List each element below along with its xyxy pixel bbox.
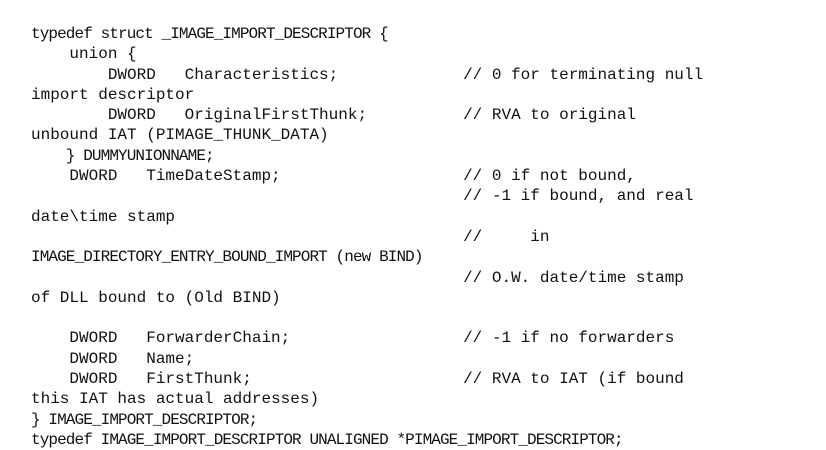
- code-line: DWORD Characteristics; // 0 for terminat…: [31, 65, 704, 84]
- code-listing: typedef struct _IMAGE_IMPORT_DESCRIPTOR …: [31, 24, 818, 450]
- code-line: typedef IMAGE_IMPORT_DESCRIPTOR UNALIGNE…: [31, 430, 624, 449]
- code-line: DWORD OriginalFirstThunk; // RVA to orig…: [31, 106, 636, 125]
- code-line: DWORD Name;: [31, 349, 195, 368]
- code-line: // in: [31, 227, 550, 246]
- code-line: of DLL bound to (Old BIND): [31, 288, 281, 307]
- code-line: // O.W. date/time stamp: [31, 268, 684, 287]
- code-line: typedef struct _IMAGE_IMPORT_DESCRIPTOR …: [31, 25, 389, 43]
- code-line: unbound IAT (PIMAGE_THUNK_DATA): [31, 126, 329, 145]
- code-line: } DUMMYUNIONNAME;: [31, 146, 215, 165]
- code-line: DWORD FirstThunk; // RVA to IAT (if boun…: [31, 370, 684, 389]
- code-line: DWORD ForwarderChain; // -1 if no forwar…: [31, 329, 675, 348]
- code-line: IMAGE_DIRECTORY_ENTRY_BOUND_IMPORT (new …: [31, 248, 423, 267]
- code-line: } IMAGE_IMPORT_DESCRIPTOR;: [31, 410, 258, 429]
- code-line: this IAT has actual addresses): [31, 390, 320, 409]
- code-line: date\time stamp: [31, 207, 176, 226]
- code-line: DWORD TimeDateStamp; // 0 if not bound,: [31, 167, 636, 186]
- code-line: union {: [31, 45, 137, 64]
- code-line: import descriptor: [31, 85, 195, 104]
- code-line: // -1 if bound, and real: [31, 187, 694, 206]
